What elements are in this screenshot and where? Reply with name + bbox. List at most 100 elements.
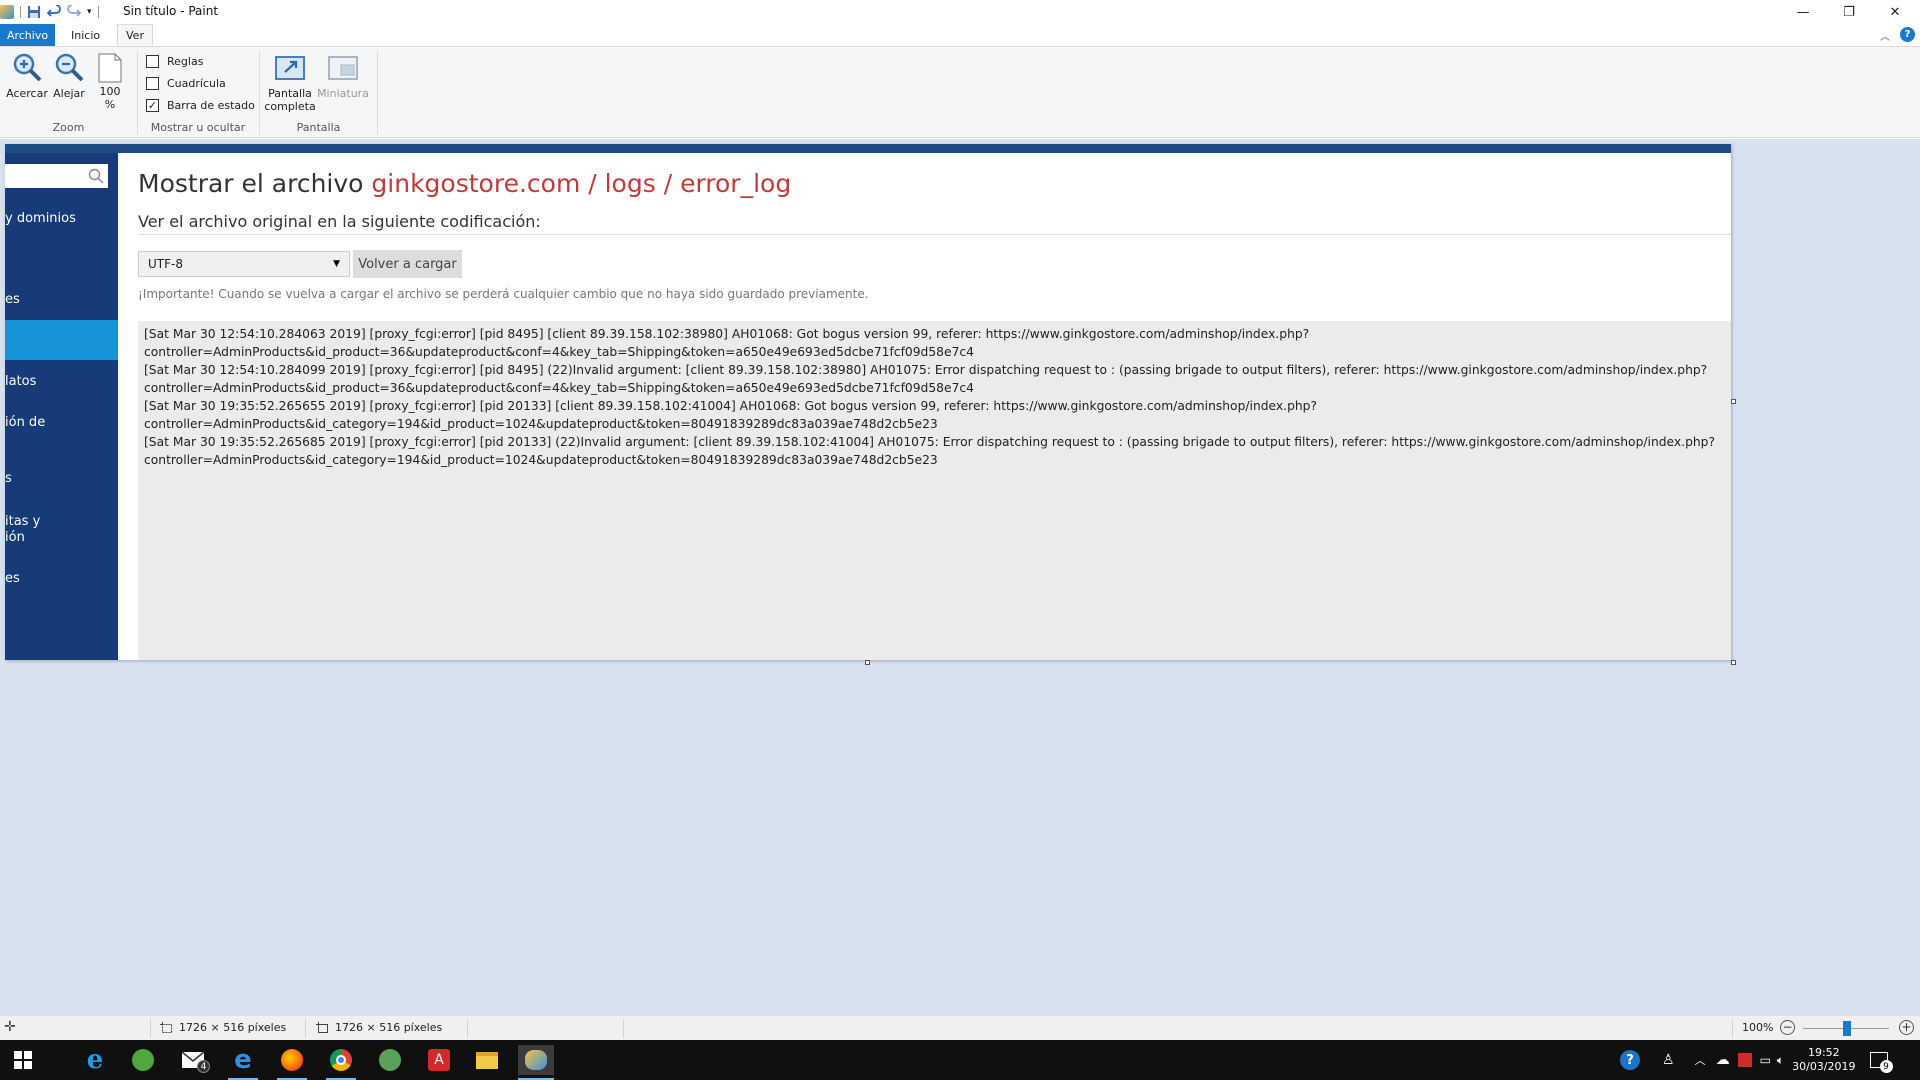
zoom-out-icon: [55, 53, 84, 82]
checkmark-icon[interactable]: ✓: [146, 99, 159, 112]
log-line: [Sat Mar 30 12:54:10.284063 2019] [proxy…: [144, 327, 1310, 341]
help-tray-icon[interactable]: ?: [1620, 1050, 1640, 1070]
sidebar-item[interactable]: es: [5, 571, 20, 587]
tray-chevron-up-icon[interactable]: ︿: [1695, 1052, 1706, 1068]
rulers-checkbox-box[interactable]: [146, 55, 159, 68]
save-icon[interactable]: [27, 5, 41, 19]
volume-icon[interactable]: 🔈︎: [1777, 1053, 1784, 1068]
chrome-icon[interactable]: [326, 1045, 356, 1075]
onedrive-icon[interactable]: ☁: [1716, 1052, 1730, 1068]
log-content[interactable]: [Sat Mar 30 12:54:10.284063 2019] [proxy…: [138, 321, 1731, 660]
resize-handle-corner[interactable]: [1731, 660, 1736, 665]
window-title: Sin título - Paint: [123, 4, 219, 18]
resize-handle-right[interactable]: [1731, 399, 1736, 404]
zoom-100-label-2: %: [104, 98, 116, 111]
mail-icon[interactable]: 4: [178, 1045, 210, 1075]
page-title-path: ginkgostore.com / logs / error_log: [371, 169, 792, 198]
tab-ver[interactable]: Ver: [117, 24, 153, 46]
windows-logo-icon: [14, 1051, 32, 1069]
tab-archivo[interactable]: Archivo: [0, 24, 55, 46]
paint-app-icon[interactable]: [0, 5, 14, 19]
zoom-100-button[interactable]: 100 %: [94, 53, 126, 111]
close-button[interactable]: ✕: [1872, 0, 1918, 24]
customize-qat-chevron-icon[interactable]: ▾: [87, 7, 92, 17]
search-icon[interactable]: [88, 168, 104, 184]
sidebar-search-input[interactable]: [5, 164, 108, 188]
globe-app-icon[interactable]: [375, 1045, 405, 1075]
rulers-checkbox[interactable]: Reglas: [146, 55, 203, 68]
selection-icon: [160, 1021, 172, 1033]
acrobat-tray-icon[interactable]: [1737, 1053, 1752, 1067]
file-explorer-icon[interactable]: [472, 1045, 502, 1075]
tab-inicio[interactable]: Inicio: [62, 24, 109, 46]
undo-icon[interactable]: [47, 5, 61, 19]
qat-divider: [20, 6, 21, 18]
minimize-button[interactable]: —: [1780, 0, 1826, 24]
acrobat-icon[interactable]: A: [424, 1045, 454, 1075]
notification-count: 9: [1879, 1060, 1893, 1073]
selection-size: 1726 × 516 píxeles: [160, 1021, 286, 1034]
dropdown-arrow-icon: ▼: [333, 259, 340, 269]
zoom-in-button[interactable]: Acercar: [6, 51, 48, 100]
cursor-position-icon: ✛: [4, 1019, 16, 1035]
main-content: Mostrar el archivo ginkgostore.com / log…: [118, 153, 1731, 660]
ribbon-panel: Acercar Alejar 100 % Zoom Reglas Cuadríc…: [0, 46, 1920, 138]
zoom-in-icon: [13, 53, 42, 82]
sidebar-item[interactable]: es: [5, 292, 20, 308]
paint-taskbar-icon[interactable]: [518, 1045, 554, 1075]
system-tray: ? ♙ ︿ ☁ ▭ 🔈︎ 19:52 30/03/2019 9: [1620, 1040, 1893, 1080]
fullscreen-label-2: completa: [264, 100, 316, 113]
sidebar-item[interactable]: ión: [5, 530, 25, 546]
edge-icon[interactable]: e: [228, 1045, 258, 1075]
status-divider: [467, 1019, 468, 1038]
log-line: [Sat Mar 30 19:35:52.265685 2019] [proxy…: [144, 435, 1716, 449]
zoom-out-small-icon[interactable]: −: [1780, 1020, 1795, 1035]
sidebar-item[interactable]: ión de: [5, 415, 45, 431]
zoom-out-button[interactable]: Alejar: [50, 51, 88, 100]
help-icon[interactable]: ?: [1900, 27, 1915, 42]
start-button[interactable]: [8, 1045, 38, 1075]
status-divider: [1732, 1019, 1733, 1038]
image-canvas[interactable]: y dominios es latos ión de s itas y ión …: [5, 144, 1731, 660]
sidebar-item[interactable]: latos: [5, 374, 36, 390]
network-icon[interactable]: ▭: [1760, 1053, 1771, 1067]
thumbnail-button[interactable]: Miniatura: [317, 53, 369, 100]
encoding-select[interactable]: UTF-8 ▼: [138, 251, 350, 277]
sidebar-active-item[interactable]: [5, 320, 118, 360]
log-line: [Sat Mar 30 12:54:10.284099 2019] [proxy…: [144, 363, 1708, 377]
grid-checkbox-box[interactable]: [146, 77, 159, 90]
status-divider: [150, 1019, 151, 1038]
avast-icon[interactable]: [128, 1045, 158, 1075]
encoding-subtitle: Ver el archivo original en la siguiente …: [138, 212, 541, 231]
statusbar-checkbox[interactable]: ✓ Barra de estado: [146, 99, 255, 112]
zoom-slider-thumb[interactable]: [1843, 1021, 1851, 1036]
image-size-text: 1726 × 516 píxeles: [335, 1021, 443, 1034]
clock-time: 19:52: [1807, 1046, 1840, 1059]
fullscreen-button[interactable]: Pantalla completa: [264, 53, 316, 113]
reload-button[interactable]: Volver a cargar: [353, 250, 462, 278]
resize-handle-bottom[interactable]: [865, 660, 870, 665]
internet-explorer-icon[interactable]: e: [80, 1045, 110, 1075]
reload-warning-note: ¡Importante! Cuando se vuelva a cargar e…: [138, 287, 869, 301]
firefox-icon[interactable]: [277, 1045, 307, 1075]
zoom-level: 100%: [1742, 1021, 1774, 1034]
zoom-100-label-1: 100: [99, 85, 121, 98]
divider: [138, 234, 1731, 235]
clock[interactable]: 19:52 30/03/2019: [1792, 1046, 1855, 1074]
redo-icon[interactable]: [67, 5, 81, 19]
grid-checkbox[interactable]: Cuadrícula: [146, 77, 226, 90]
ribbon-tabs: Archivo Inicio Ver ︿ ?: [0, 24, 1920, 46]
sidebar-item[interactable]: itas y: [5, 514, 40, 530]
group-divider: [377, 51, 378, 135]
restore-button[interactable]: ❐: [1826, 0, 1872, 24]
sidebar-item[interactable]: s: [5, 471, 12, 487]
screen-group-label: Pantalla: [296, 121, 341, 134]
people-icon[interactable]: ♙: [1662, 1052, 1675, 1068]
collapse-ribbon-icon[interactable]: ︿: [1880, 28, 1890, 43]
sidebar-item[interactable]: y dominios: [5, 211, 76, 227]
page-title: Mostrar el archivo ginkgostore.com / log…: [138, 169, 791, 198]
encoding-select-value: UTF-8: [148, 257, 183, 271]
notifications-icon[interactable]: 9: [1869, 1052, 1893, 1073]
status-divider: [623, 1019, 624, 1038]
zoom-in-small-icon[interactable]: +: [1899, 1020, 1914, 1035]
